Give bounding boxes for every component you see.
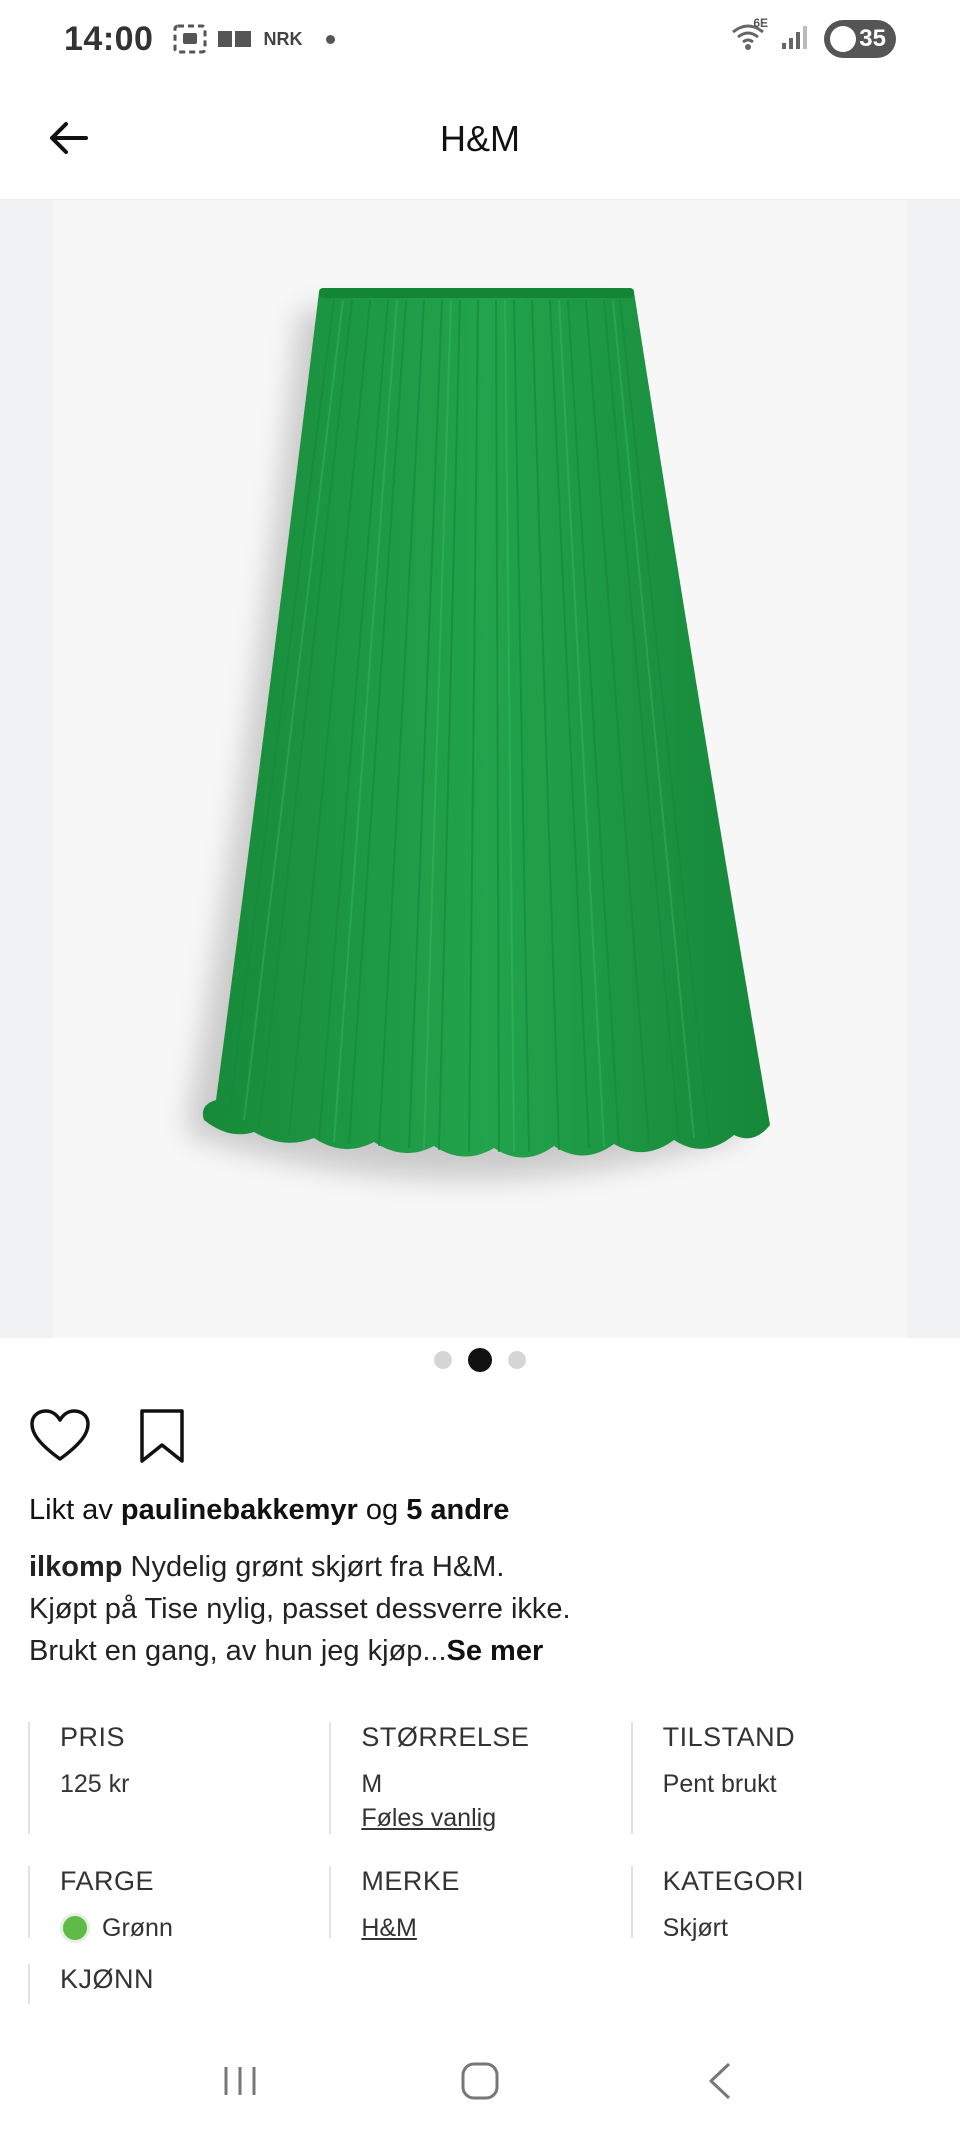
see-more-link[interactable]: Se mer — [447, 1635, 544, 1667]
status-bar: 14:00 NRK 6E 35 — [0, 0, 960, 78]
signal-icon — [780, 23, 810, 56]
detail-price: PRIS 125 kr — [28, 1722, 329, 1834]
brand-row: H&M — [361, 1910, 630, 1946]
battery-indicator: 35 — [824, 20, 896, 58]
app-bar: H&M — [0, 78, 960, 200]
network-type-label: 6E — [753, 15, 768, 30]
action-row — [28, 1404, 194, 1468]
save-button[interactable] — [130, 1404, 194, 1468]
status-right: 6E 35 — [730, 16, 896, 58]
bookmark-icon — [140, 1409, 184, 1463]
color-swatch — [60, 1913, 90, 1943]
arrow-left-icon — [50, 122, 88, 154]
detail-color: FARGE Grønn — [28, 1866, 329, 1943]
detail-size: STØRRELSE M Føles vanlig — [329, 1722, 630, 1834]
detail-label: MERKE — [361, 1866, 460, 1896]
detail-gender: KJØNN — [28, 1964, 348, 2004]
pager-dot[interactable] — [434, 1351, 452, 1369]
recents-icon — [224, 2066, 256, 2095]
details-row-1: PRIS 125 kr STØRRELSE M Føles vanlig TIL… — [28, 1722, 932, 1834]
wifi-icon: 6E — [730, 16, 768, 57]
home-button[interactable] — [440, 2051, 520, 2111]
color-value: Grønn — [60, 1910, 329, 1946]
detail-label: FARGE — [60, 1866, 155, 1896]
likes-summary: Likt av paulinebakkemyr og 5 andre — [29, 1494, 509, 1527]
brand-link[interactable]: H&M — [361, 1914, 417, 1943]
condition-value: Pent brukt — [662, 1769, 777, 1798]
like-button[interactable] — [28, 1404, 92, 1468]
message-icon — [217, 28, 253, 50]
product-image — [54, 200, 906, 1338]
details-row-2: FARGE Grønn MERKE H&M KATEGORI Skjørt — [28, 1866, 932, 1943]
likes-prefix: Likt av — [29, 1494, 113, 1526]
size-fit-link[interactable]: Føles vanlig — [361, 1804, 630, 1833]
battery-level: 35 — [859, 25, 886, 52]
pager-dot-active[interactable] — [468, 1348, 492, 1372]
likes-joiner: og — [365, 1494, 399, 1526]
detail-label: KJØNN — [60, 1964, 155, 1994]
caption-author-link[interactable]: ilkomp — [29, 1551, 122, 1583]
back-button[interactable] — [40, 110, 96, 166]
detail-label: TILSTAND — [662, 1722, 796, 1752]
liked-by-user-link[interactable]: paulinebakkemyr — [121, 1494, 358, 1526]
size-value: M — [361, 1769, 383, 1798]
page-title: H&M — [440, 117, 520, 159]
detail-label: KATEGORI — [662, 1866, 805, 1896]
power-saving-icon — [830, 26, 856, 52]
product-details: PRIS 125 kr STØRRELSE M Føles vanlig TIL… — [28, 1722, 932, 2004]
image-pager — [0, 1346, 960, 1374]
detail-label: STØRRELSE — [361, 1722, 530, 1752]
recents-button[interactable] — [200, 2051, 280, 2111]
caption-line-3: Brukt en gang, av hun jeg kjøp... — [29, 1635, 447, 1667]
home-icon — [461, 2062, 499, 2099]
others-link[interactable]: 5 andre — [406, 1494, 509, 1526]
color-name: Grønn — [102, 1913, 173, 1942]
system-back-button[interactable] — [680, 2051, 760, 2111]
detail-condition: TILSTAND Pent brukt — [630, 1722, 932, 1834]
green-skirt-illustration — [186, 288, 770, 1179]
pager-dot[interactable] — [508, 1351, 526, 1369]
caption-line-1: Nydelig grønt skjørt fra H&M. — [130, 1551, 505, 1583]
caption: ilkomp Nydelig grønt skjørt fra H&M. Kjø… — [29, 1546, 929, 1672]
heart-icon — [30, 1409, 90, 1461]
more-notifications-dot-icon — [326, 34, 336, 44]
screenshot-icon — [173, 24, 207, 54]
status-time: 14:00 — [64, 19, 154, 58]
nrk-icon: NRK — [263, 28, 303, 49]
detail-label: PRIS — [60, 1722, 126, 1752]
system-nav-bar — [0, 2028, 960, 2133]
back-icon — [709, 2062, 731, 2099]
detail-category: KATEGORI Skjørt — [630, 1866, 932, 1942]
category-value: Skjørt — [662, 1913, 728, 1942]
product-image-carousel[interactable] — [0, 200, 960, 1338]
details-row-3: KJØNN — [28, 1964, 932, 2004]
caption-line-2: Kjøpt på Tise nylig, passet dessverre ik… — [29, 1593, 571, 1625]
detail-brand: MERKE H&M — [329, 1866, 630, 1942]
status-notification-icons: NRK — [173, 24, 336, 54]
price-value: 125 kr — [60, 1769, 130, 1798]
